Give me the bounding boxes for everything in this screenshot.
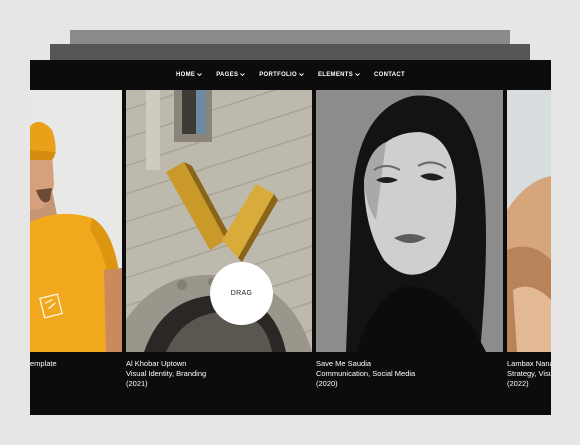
slide-tags: Strategy, Visua bbox=[507, 369, 551, 378]
photo-partial bbox=[507, 90, 551, 352]
slide-caption: emplate bbox=[30, 359, 57, 369]
portfolio-slide-image[interactable] bbox=[507, 90, 551, 352]
slide-year: (2022) bbox=[507, 379, 529, 388]
slide-year: (2020) bbox=[316, 379, 338, 388]
photo-woman-hood bbox=[316, 90, 503, 352]
nav-item-label: PAGES bbox=[216, 72, 239, 78]
nav-item-elements[interactable]: ELEMENTS bbox=[318, 72, 360, 78]
slide-caption: Save Me Saudia Communication, Social Med… bbox=[316, 359, 415, 389]
slide-caption: Al Khobar Uptown Visual Identity, Brandi… bbox=[126, 359, 206, 389]
top-navigation: HOME PAGES PORTFOLIO ELEMENTS CONTACT bbox=[30, 60, 551, 90]
nav-item-label: ELEMENTS bbox=[317, 72, 354, 78]
nav-item-pages[interactable]: PAGES bbox=[216, 72, 246, 78]
slide-caption: Lambax Nana Strategy, Visua (2022) bbox=[507, 359, 551, 389]
chevron-down-icon bbox=[355, 73, 360, 77]
slide-title[interactable]: Save Me Saudia bbox=[316, 359, 415, 369]
drag-cursor[interactable]: DRAG bbox=[210, 262, 273, 325]
chevron-down-icon bbox=[299, 73, 304, 77]
nav-item-label: CONTACT bbox=[374, 72, 406, 78]
nav-item-portfolio[interactable]: PORTFOLIO bbox=[259, 72, 304, 78]
photo-man-yellow-shirt bbox=[30, 90, 122, 352]
chevron-down-icon bbox=[240, 73, 246, 77]
chevron-down-icon bbox=[197, 73, 203, 77]
nav-item-label: PORTFOLIO bbox=[259, 72, 297, 78]
nav-item-label: HOME bbox=[175, 72, 196, 78]
portfolio-slide-image[interactable] bbox=[316, 90, 503, 352]
slide-title: emplate bbox=[30, 359, 57, 368]
slide-tags: Visual Identity, Branding bbox=[126, 369, 207, 378]
slide-title[interactable]: Al Khobar Uptown bbox=[126, 359, 206, 369]
nav-item-home[interactable]: HOME bbox=[175, 72, 203, 78]
portfolio-window: HOME PAGES PORTFOLIO ELEMENTS CONTACT em… bbox=[30, 60, 551, 415]
drag-cursor-label: DRAG bbox=[230, 290, 253, 297]
slide-tags: Communication, Social Media bbox=[316, 369, 416, 378]
slide-title[interactable]: Lambax Nana bbox=[507, 359, 551, 369]
slide-year: (2021) bbox=[126, 379, 148, 388]
nav-item-contact[interactable]: CONTACT bbox=[374, 72, 405, 78]
portfolio-slide-image[interactable] bbox=[30, 90, 122, 352]
